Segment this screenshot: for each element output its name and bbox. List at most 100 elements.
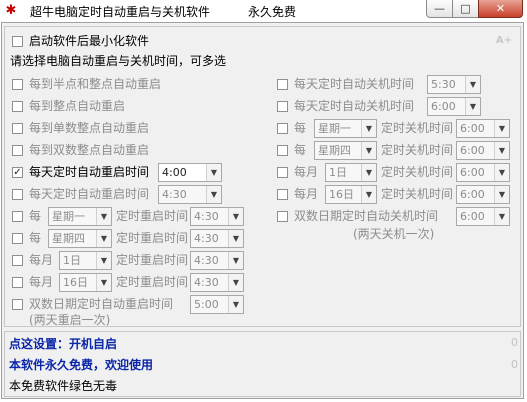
weekly-shutdown-checkbox-2[interactable] bbox=[277, 145, 288, 156]
minimize-startup-label: 启动软件后最小化软件 bbox=[29, 34, 150, 48]
chevron-down-icon: ▼ bbox=[465, 98, 480, 115]
weekly-restart-time-select-1[interactable]: 4:30 ▼ bbox=[190, 207, 244, 226]
weekly-shutdown-label-1: 定时关机时间 bbox=[381, 121, 454, 135]
weekly-restart-prefix-2: 每 bbox=[29, 231, 42, 245]
select-value: 5:00 bbox=[194, 298, 219, 311]
close-button[interactable]: ✕ bbox=[478, 0, 523, 18]
weekly-shutdown-checkbox-1[interactable] bbox=[277, 123, 288, 134]
select-value: 4:30 bbox=[194, 254, 219, 267]
weekly-shutdown-time-select-1[interactable]: 6:00 ▼ bbox=[456, 119, 510, 138]
daily-restart-label-1: 每天定时自动重启时间 bbox=[29, 165, 150, 179]
monthly-shutdown-prefix-1: 每月 bbox=[294, 165, 319, 179]
daily-shutdown-checkbox-2[interactable] bbox=[277, 101, 288, 112]
select-value: 星期四 bbox=[318, 144, 351, 157]
monthly-restart-prefix-1: 每月 bbox=[29, 253, 54, 267]
monthly-restart-label-2: 定时重启时间 bbox=[116, 275, 189, 289]
weekly-restart-label-1: 定时重启时间 bbox=[116, 209, 189, 223]
restart-hourly-checkbox[interactable] bbox=[12, 101, 23, 112]
minimize-button[interactable]: — bbox=[426, 0, 453, 18]
monthday-select-1[interactable]: 1日 ▼ bbox=[59, 251, 112, 270]
monthly-shutdown-day-select-2[interactable]: 16日 ▼ bbox=[325, 185, 377, 204]
select-value: 6:00 bbox=[460, 144, 485, 157]
minimize-startup-checkbox[interactable] bbox=[12, 36, 23, 47]
weekly-restart-checkbox-1[interactable] bbox=[12, 211, 23, 222]
app-icon: ✱ bbox=[5, 3, 17, 18]
chevron-down-icon: ▼ bbox=[228, 230, 243, 247]
daily-restart-time-select-1[interactable]: 4:00 ▼ bbox=[158, 163, 222, 182]
monthly-shutdown-time-select-1[interactable]: 6:00 ▼ bbox=[456, 163, 510, 182]
even-date-shutdown-checkbox[interactable] bbox=[277, 211, 288, 222]
select-value: 16日 bbox=[63, 276, 88, 289]
restart-hourly-label: 每到整点自动重启 bbox=[29, 99, 126, 113]
even-date-restart-note: (两天重启一次) bbox=[29, 313, 111, 327]
restart-even-hour-label: 每到双数整点自动重启 bbox=[29, 143, 150, 157]
weekly-shutdown-weekday-select-1[interactable]: 星期一 ▼ bbox=[314, 119, 377, 138]
daily-shutdown-checkbox-1[interactable] bbox=[277, 79, 288, 90]
weekly-shutdown-weekday-select-2[interactable]: 星期四 ▼ bbox=[314, 141, 377, 160]
even-date-shutdown-time-select[interactable]: 6:00 ▼ bbox=[456, 207, 510, 226]
monthly-restart-label-1: 定时重启时间 bbox=[116, 253, 189, 267]
weekday-select-2[interactable]: 星期四 ▼ bbox=[48, 229, 112, 248]
monthly-restart-prefix-2: 每月 bbox=[29, 275, 54, 289]
monthly-restart-time-select-1[interactable]: 4:30 ▼ bbox=[190, 251, 244, 270]
restart-half-hour-checkbox[interactable] bbox=[12, 79, 23, 90]
font-size-hint[interactable]: A+ bbox=[496, 35, 512, 46]
select-value: 4:00 bbox=[162, 166, 187, 179]
select-value: 1日 bbox=[63, 254, 81, 267]
daily-restart-checkbox-2[interactable] bbox=[12, 189, 23, 200]
weekly-shutdown-label-2: 定时关机时间 bbox=[381, 143, 454, 157]
select-value: 星期一 bbox=[52, 210, 85, 223]
even-date-restart-checkbox[interactable] bbox=[12, 299, 23, 310]
weekly-restart-prefix-1: 每 bbox=[29, 209, 42, 223]
autostart-settings-link[interactable]: 点这设置：开机自启 bbox=[9, 337, 117, 351]
monthly-restart-time-select-2[interactable]: 4:30 ▼ bbox=[190, 273, 244, 292]
monthly-shutdown-day-select-1[interactable]: 1日 ▼ bbox=[325, 163, 377, 182]
chevron-down-icon: ▼ bbox=[494, 120, 509, 137]
restart-odd-hour-checkbox[interactable] bbox=[12, 123, 23, 134]
chevron-down-icon: ▼ bbox=[494, 164, 509, 181]
chevron-down-icon: ▼ bbox=[228, 296, 243, 313]
instruction-text: 请选择电脑自动重启与关机时间，可多选 bbox=[10, 54, 227, 68]
monthly-shutdown-label-1: 定时关机时间 bbox=[381, 165, 454, 179]
select-value: 1日 bbox=[329, 166, 347, 179]
chevron-down-icon: ▼ bbox=[494, 208, 509, 225]
maximize-button[interactable]: □ bbox=[452, 0, 479, 18]
select-value: 4:30 bbox=[194, 232, 219, 245]
monthday-select-2[interactable]: 16日 ▼ bbox=[59, 273, 112, 292]
daily-restart-time-select-2[interactable]: 4:30 ▼ bbox=[158, 185, 222, 204]
daily-shutdown-label-1: 每天定时自动关机时间 bbox=[294, 77, 415, 91]
daily-restart-checkbox-1[interactable] bbox=[12, 167, 23, 178]
restart-even-hour-checkbox[interactable] bbox=[12, 145, 23, 156]
daily-shutdown-time-select-1[interactable]: 5:30 ▼ bbox=[427, 75, 481, 94]
monthly-restart-checkbox-1[interactable] bbox=[12, 255, 23, 266]
select-value: 4:30 bbox=[194, 210, 219, 223]
select-value: 5:30 bbox=[431, 78, 456, 91]
monthly-shutdown-checkbox-1[interactable] bbox=[277, 167, 288, 178]
monthly-shutdown-time-select-2[interactable]: 6:00 ▼ bbox=[456, 185, 510, 204]
weekday-select-1[interactable]: 星期一 ▼ bbox=[48, 207, 112, 226]
chevron-down-icon: ▼ bbox=[96, 230, 111, 247]
monthly-shutdown-prefix-2: 每月 bbox=[294, 187, 319, 201]
even-date-restart-time-select[interactable]: 5:00 ▼ bbox=[190, 295, 244, 314]
weekly-shutdown-prefix-1: 每 bbox=[294, 121, 307, 135]
title-bar: ✱ 超牛电脑定时自动重启与关机软件 永久免费 — □ ✕ bbox=[0, 0, 527, 22]
weekly-restart-checkbox-2[interactable] bbox=[12, 233, 23, 244]
monthly-shutdown-checkbox-2[interactable] bbox=[277, 189, 288, 200]
daily-shutdown-time-select-2[interactable]: 6:00 ▼ bbox=[427, 97, 481, 116]
chevron-down-icon: ▼ bbox=[96, 252, 111, 269]
even-date-restart-label: 双数日期定时自动重启时间 bbox=[29, 297, 174, 311]
counter-value-1: 0 bbox=[511, 336, 518, 349]
select-value: 6:00 bbox=[460, 210, 485, 223]
select-value: 16日 bbox=[329, 188, 354, 201]
select-value: 4:30 bbox=[194, 276, 219, 289]
daily-shutdown-label-2: 每天定时自动关机时间 bbox=[294, 99, 415, 113]
select-value: 6:00 bbox=[460, 122, 485, 135]
schedule-panel: A+ 启动软件后最小化软件 请选择电脑自动重启与关机时间，可多选 每到半点和整点… bbox=[4, 26, 521, 327]
weekly-restart-label-2: 定时重启时间 bbox=[116, 231, 189, 245]
select-value: 星期一 bbox=[318, 122, 351, 135]
chevron-down-icon: ▼ bbox=[206, 164, 221, 181]
monthly-restart-checkbox-2[interactable] bbox=[12, 277, 23, 288]
weekly-restart-time-select-2[interactable]: 4:30 ▼ bbox=[190, 229, 244, 248]
weekly-shutdown-time-select-2[interactable]: 6:00 ▼ bbox=[456, 141, 510, 160]
chevron-down-icon: ▼ bbox=[361, 142, 376, 159]
